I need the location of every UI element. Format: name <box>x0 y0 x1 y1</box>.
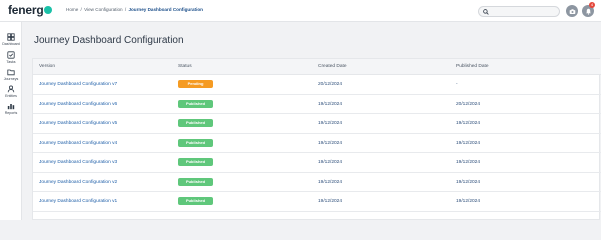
breadcrumb-home[interactable]: Home <box>66 7 78 12</box>
sidebar-item-label: Journeys <box>3 77 19 81</box>
created-date: 19/12/2024 <box>318 199 343 204</box>
published-date: 19/12/2024 <box>456 179 481 185</box>
breadcrumb-separator: / <box>80 7 82 12</box>
published-date: 19/12/2024 <box>456 121 481 126</box>
search-input[interactable] <box>478 6 560 17</box>
logo-mark <box>44 6 53 14</box>
table-row[interactable]: Journey Dashboard Configuration v3 Publi… <box>33 153 601 173</box>
status-badge: Published <box>178 138 213 147</box>
created-date: 19/12/2024 <box>318 101 343 107</box>
main-content: Journey Dashboard Configuration Version … <box>23 22 601 220</box>
created-date: 19/12/2024 <box>318 121 343 126</box>
sidebar-item-entities[interactable]: Entities <box>0 85 22 98</box>
camera-icon <box>569 8 575 14</box>
table-row[interactable]: Journey Dashboard Configuration v2 Publi… <box>33 173 601 192</box>
column-header-status: Status <box>178 64 192 69</box>
sidebar-item-dashboard[interactable]: Dashboard <box>0 33 22 46</box>
version-link[interactable]: Journey Dashboard Configuration v4 <box>39 141 117 146</box>
table-row[interactable]: Journey Dashboard Configuration v6 Publi… <box>33 95 601 114</box>
reports-icon <box>7 104 15 110</box>
version-link[interactable]: Journey Dashboard Configuration v7 <box>39 82 117 87</box>
bell-icon <box>585 8 591 15</box>
page-title: Journey Dashboard Configuration <box>34 35 184 46</box>
status-badge: Published <box>178 177 213 186</box>
published-date: 19/12/2024 <box>456 140 481 146</box>
fenergo-logo[interactable]: fenerg <box>8 3 53 17</box>
status-badge: Published <box>178 197 213 205</box>
status-badge: Published <box>178 119 213 127</box>
sidebar-item-label: Reports <box>4 111 18 115</box>
tasks-icon <box>7 51 15 59</box>
published-date: 20/12/2024 <box>456 101 481 107</box>
breadcrumb: Home / View Configuration / Journey Dash… <box>66 7 203 12</box>
notification-badge: 4 <box>589 2 595 8</box>
created-date: 19/12/2024 <box>318 179 343 185</box>
version-link[interactable]: Journey Dashboard Configuration v6 <box>39 102 117 107</box>
entities-icon <box>7 85 15 93</box>
sidebar-item-journeys[interactable]: Journeys <box>0 68 22 81</box>
logo-text: fenerg <box>8 3 44 17</box>
created-date: 19/12/2024 <box>318 140 343 146</box>
journeys-icon <box>7 69 15 76</box>
breadcrumb-view-configuration[interactable]: View Configuration <box>84 7 122 12</box>
table-row[interactable]: Journey Dashboard Configuration v5 Publi… <box>33 114 601 134</box>
sidebar-item-reports[interactable]: Reports <box>0 102 22 115</box>
status-badge: Published <box>178 99 213 108</box>
published-date: - <box>456 82 458 87</box>
search-icon <box>483 8 489 15</box>
table-row[interactable]: Journey Dashboard Configuration v1 Publi… <box>33 192 601 212</box>
table-header: Version Status Created Date Published Da… <box>33 59 601 75</box>
table-row[interactable]: Journey Dashboard Configuration v7 Pendi… <box>33 75 601 95</box>
version-link[interactable]: Journey Dashboard Configuration v2 <box>39 180 117 185</box>
dashboard-icon <box>7 33 15 41</box>
column-header-version: Version <box>39 64 55 69</box>
created-date: 20/12/2024 <box>318 82 343 87</box>
help-button[interactable] <box>566 5 578 17</box>
sidebar: Dashboard Tasks Journeys Entities Report… <box>0 22 22 220</box>
top-bar: fenerg Home / View Configuration / Journ… <box>0 0 601 22</box>
breadcrumb-current: Journey Dashboard Configuration <box>128 7 203 12</box>
status-badge: Published <box>178 158 213 166</box>
version-link[interactable]: Journey Dashboard Configuration v5 <box>39 121 117 126</box>
status-badge: Pending <box>178 80 213 88</box>
sidebar-item-tasks[interactable]: Tasks <box>0 51 22 64</box>
version-link[interactable]: Journey Dashboard Configuration v3 <box>39 160 117 165</box>
published-date: 19/12/2024 <box>456 199 481 204</box>
version-link[interactable]: Journey Dashboard Configuration v1 <box>39 199 117 204</box>
created-date: 19/12/2024 <box>318 160 343 165</box>
published-date: 19/12/2024 <box>456 160 481 165</box>
sidebar-item-label: Tasks <box>6 60 16 64</box>
versions-table: Version Status Created Date Published Da… <box>32 58 601 220</box>
sidebar-item-label: Dashboard <box>2 42 20 46</box>
column-header-created-date: Created Date <box>318 64 347 69</box>
breadcrumb-separator: / <box>124 7 127 12</box>
table-row[interactable]: Journey Dashboard Configuration v4 Publi… <box>33 134 601 153</box>
sidebar-item-label: Entities <box>5 94 17 98</box>
column-header-published-date: Published Date <box>456 64 489 69</box>
